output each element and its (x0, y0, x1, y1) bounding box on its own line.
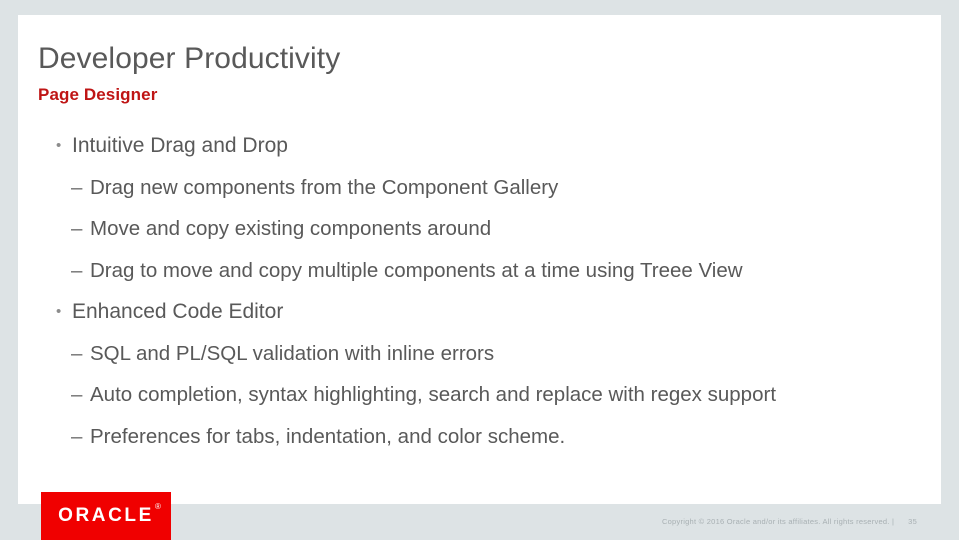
bullet-marker-icon: • (56, 303, 62, 320)
bullet-text: Enhanced Code Editor (72, 300, 284, 323)
sub-bullet-item: – Drag to move and copy multiple componen… (38, 250, 928, 292)
bullet-item: • Enhanced Code Editor (38, 291, 928, 333)
bullet-text: Move and copy existing components around (90, 217, 492, 240)
slide-canvas: Developer Productivity Page Designer • In… (18, 15, 941, 504)
page-subtitle: Page Designer (38, 85, 158, 104)
bullet-text: Intuitive Drag and Drop (72, 134, 288, 157)
dash-marker-icon: – (71, 175, 83, 199)
bullet-text: Auto completion, syntax highlighting, se… (90, 383, 777, 406)
page-number: 35 (908, 517, 917, 526)
sub-bullet-item: – Drag new components from the Component … (38, 167, 928, 209)
bullet-text: Preferences for tabs, indentation, and c… (90, 424, 566, 448)
bullet-text: Drag new components from the Component G… (90, 175, 559, 199)
sub-bullet-item: – SQL and PL/SQL validation with inline e… (38, 333, 928, 375)
registered-trademark-icon: ® (155, 502, 161, 511)
oracle-logo: ORACLE ® (41, 492, 171, 540)
bullet-item: • Intuitive Drag and Drop (38, 125, 928, 167)
dash-marker-icon: – (71, 383, 83, 406)
slide-root: Developer Productivity Page Designer • In… (0, 0, 959, 540)
oracle-wordmark-text: ORACLE (58, 505, 154, 526)
sub-bullet-item: – Preferences for tabs, indentation, and … (38, 416, 928, 458)
sub-bullet-item: – Auto completion, syntax highlighting, s… (38, 374, 928, 416)
dash-marker-icon: – (71, 217, 83, 240)
bullet-marker-icon: • (56, 137, 62, 154)
bullet-list: • Intuitive Drag and Drop – Drag new compon… (38, 125, 928, 457)
copyright-text: Copyright © 2016 Oracle and/or its affil… (661, 517, 895, 526)
page-title: Developer Productivity (38, 42, 341, 75)
oracle-wordmark: ORACLE ® (58, 502, 161, 527)
dash-marker-icon: – (71, 424, 83, 448)
bullet-text: SQL and PL/SQL validation with inline er… (90, 341, 495, 365)
dash-marker-icon: – (71, 341, 83, 365)
bullet-text: Drag to move and copy multiple component… (90, 258, 743, 282)
footer-legal: Copyright © 2016 Oracle and/or its affil… (662, 517, 917, 526)
dash-marker-icon: – (71, 258, 83, 282)
sub-bullet-item: – Move and copy existing components aroun… (38, 208, 928, 250)
